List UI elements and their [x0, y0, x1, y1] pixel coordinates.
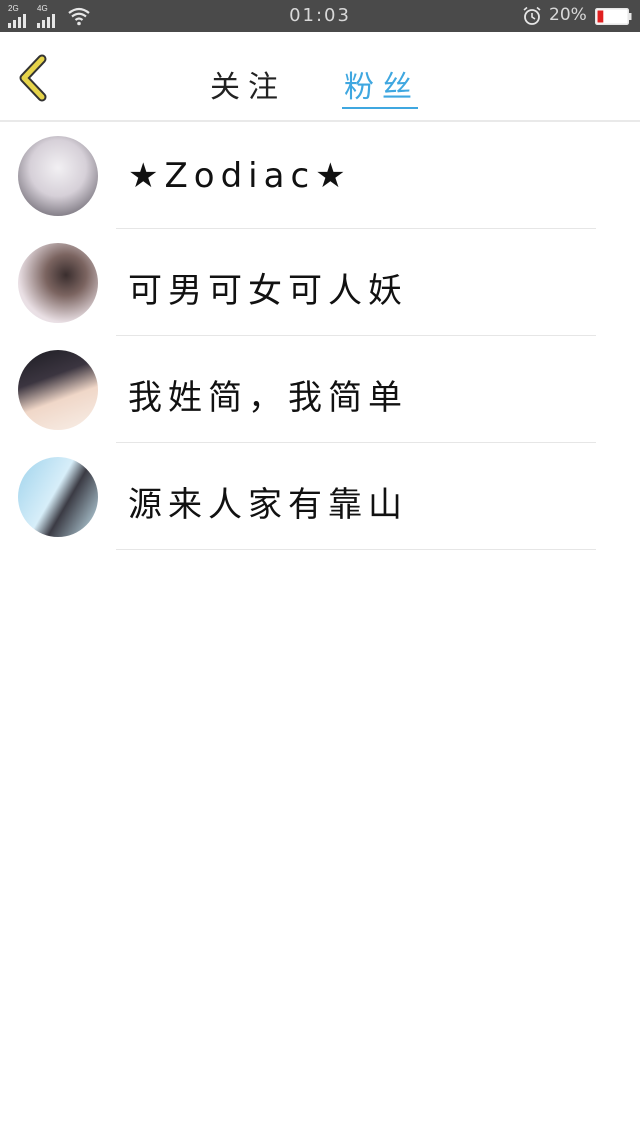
fan-name: 我姓简，我简单: [128, 378, 408, 418]
back-button[interactable]: [14, 54, 54, 102]
fan-row[interactable]: 可男可女可人妖: [0, 229, 640, 336]
row-divider: [116, 549, 596, 550]
fan-row[interactable]: ★Zodiac★: [0, 122, 640, 229]
fan-name: ★Zodiac★: [128, 156, 352, 196]
battery-percent: 20%: [549, 5, 587, 25]
avatar[interactable]: [18, 243, 98, 323]
battery-icon: [595, 8, 632, 25]
active-tab-indicator: [342, 107, 418, 109]
fan-row[interactable]: 源来人家有靠山: [0, 443, 640, 550]
tab-fans[interactable]: 粉丝: [344, 62, 420, 106]
avatar[interactable]: [18, 136, 98, 216]
avatar[interactable]: [18, 457, 98, 537]
header: 关注 粉丝: [0, 32, 640, 120]
fan-row[interactable]: 我姓简，我简单: [0, 336, 640, 443]
alarm-icon: [523, 6, 541, 25]
tab-following[interactable]: 关注: [210, 62, 286, 106]
avatar[interactable]: [18, 350, 98, 430]
fans-list: ★Zodiac★ 可男可女可人妖 我姓简，我简单 源来人家有靠山: [0, 122, 640, 550]
fan-name: 源来人家有靠山: [128, 485, 408, 525]
status-bar: 2G 4G 01:03 20%: [0, 0, 640, 32]
fan-name: 可男可女可人妖: [128, 271, 408, 311]
status-time: 01:03: [289, 5, 351, 26]
